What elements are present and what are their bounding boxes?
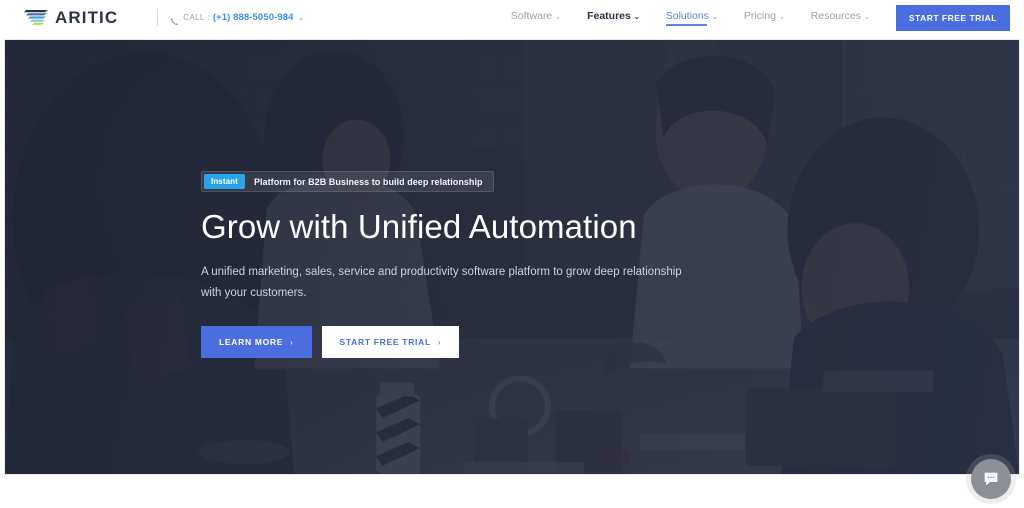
nav-item-features[interactable]: Features ⌄ xyxy=(587,10,640,26)
button-label: START FREE TRIAL xyxy=(339,337,431,348)
chevron-down-icon: ⌄ xyxy=(555,13,562,21)
hero-subtitle: A unified marketing, sales, service and … xyxy=(201,265,682,300)
chat-widget-button[interactable] xyxy=(971,459,1011,499)
nav-label: Solutions xyxy=(665,9,709,22)
wing-swoosh-icon xyxy=(24,8,50,27)
badge-text: Platform for B2B Business to build deep … xyxy=(253,176,483,187)
brand-logo[interactable]: ARITIC xyxy=(24,8,118,27)
hero-title: Grow with Unified Automation xyxy=(201,208,637,245)
top-navigation-bar: ARITIC CALL : (+1) 888-5050-984 ⌄ Softwa… xyxy=(0,0,1024,35)
chevron-down-icon: ⌄ xyxy=(864,13,870,21)
chevron-right-icon: › xyxy=(290,337,294,347)
nav-label: Features xyxy=(587,9,631,22)
chevron-down-icon: ⌄ xyxy=(633,13,640,21)
page-body-below-hero xyxy=(0,459,1024,508)
hero-badge: Instant Platform for B2B Business to bui… xyxy=(201,171,494,192)
call-phone-number[interactable]: (+1) 888-5050-984 xyxy=(213,12,294,23)
badge-pill-instant: Instant xyxy=(204,174,245,189)
nav-label: Software xyxy=(510,9,553,22)
nav-label: Pricing xyxy=(743,9,776,22)
hero-section: Instant Platform for B2B Business to bui… xyxy=(4,39,1020,475)
active-indicator xyxy=(665,24,707,26)
chevron-down-icon[interactable]: ⌄ xyxy=(298,13,305,22)
hero-section-wrapper: Instant Platform for B2B Business to bui… xyxy=(0,35,1024,475)
button-label: LEARN MORE xyxy=(219,337,284,348)
nav-item-resources[interactable]: Resources ⌄ xyxy=(811,10,870,26)
divider xyxy=(157,9,159,26)
hero-actions: LEARN MORE › START FREE TRIAL › xyxy=(201,326,761,359)
brand-name: ARITIC xyxy=(55,8,119,27)
learn-more-button[interactable]: LEARN MORE › xyxy=(201,326,312,359)
chat-bubble-icon xyxy=(982,470,1000,488)
chevron-down-icon: ⌄ xyxy=(778,13,785,21)
nav-label: Resources xyxy=(810,9,861,22)
start-free-trial-button[interactable]: START FREE TRIAL xyxy=(895,4,1010,31)
hero-content: Instant Platform for B2B Business to bui… xyxy=(201,171,761,359)
main-nav: Software ⌄ Features ⌄ Solutions ⌄ Pricing ⌄ … xyxy=(511,4,1024,31)
call-info[interactable]: CALL : (+1) 888-5050-984 ⌄ xyxy=(157,8,304,27)
chevron-down-icon: ⌄ xyxy=(711,13,718,21)
call-label: CALL : xyxy=(183,13,210,22)
nav-item-software[interactable]: Software ⌄ xyxy=(511,10,561,26)
start-free-trial-hero-button[interactable]: START FREE TRIAL › xyxy=(321,326,460,359)
nav-item-pricing[interactable]: Pricing ⌄ xyxy=(744,10,785,26)
phone-icon xyxy=(170,13,179,26)
chevron-right-icon: › xyxy=(437,337,442,347)
nav-item-solutions[interactable]: Solutions ⌄ xyxy=(665,9,718,26)
